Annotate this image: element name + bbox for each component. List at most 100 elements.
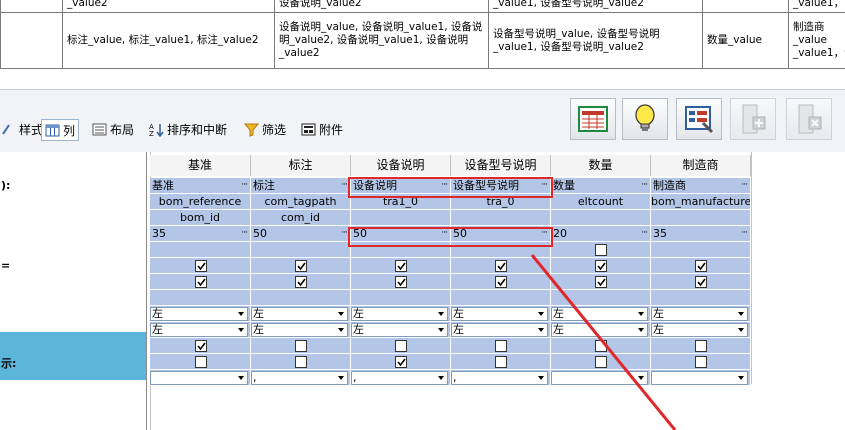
separator-select[interactable]: ,	[351, 371, 448, 385]
delete-column-button[interactable]	[786, 98, 832, 140]
chevron-down-icon[interactable]	[336, 372, 347, 384]
alignment-select[interactable]: 左	[351, 323, 448, 337]
checkbox[interactable]	[695, 340, 707, 352]
checkbox[interactable]	[194, 340, 207, 352]
alignment-value: 左	[152, 323, 163, 336]
column-name-field[interactable]: 标注 ···	[251, 178, 351, 194]
column-header[interactable]: 基准	[150, 155, 251, 176]
tips-button[interactable]	[622, 98, 668, 140]
checkbox[interactable]	[395, 260, 407, 272]
ellipsis-icon[interactable]: ···	[441, 226, 448, 241]
checkbox[interactable]	[495, 356, 507, 368]
column-width-field[interactable]: 50 ···	[251, 226, 351, 242]
checkbox[interactable]	[395, 356, 407, 368]
checkbox[interactable]	[395, 276, 407, 288]
chevron-down-icon[interactable]	[736, 372, 747, 384]
row-label: 示:	[1, 357, 17, 370]
column-width-field[interactable]: 35 ···	[150, 226, 251, 242]
column-header[interactable]: 制造商	[651, 155, 751, 176]
column-name-field[interactable]: 数量 ···	[551, 178, 651, 194]
id-cell[interactable]	[651, 210, 751, 226]
id-cell[interactable]	[351, 210, 451, 226]
column-header[interactable]: 标注	[251, 155, 351, 176]
field-name-cell[interactable]: bom_reference	[150, 194, 251, 210]
column-name-field[interactable]: 设备说明 ···	[351, 178, 451, 194]
field-name-cell[interactable]: bom_manufacturer	[651, 194, 751, 210]
ellipsis-icon[interactable]: ···	[341, 178, 348, 193]
chevron-down-icon[interactable]	[336, 324, 347, 336]
tab-filter[interactable]: 筛选	[241, 119, 289, 139]
checkbox[interactable]	[295, 276, 307, 288]
checkbox[interactable]	[194, 260, 207, 272]
column-name-field[interactable]: 基准 ···	[150, 178, 251, 194]
column-name-field[interactable]: 设备型号说明 ···	[451, 178, 551, 194]
chevron-down-icon[interactable]	[236, 324, 247, 336]
checkbox[interactable]	[695, 356, 707, 368]
tab-columns[interactable]: 列	[41, 119, 80, 141]
ellipsis-icon[interactable]: ···	[441, 178, 448, 193]
alignment-select[interactable]: 左	[351, 307, 448, 321]
tab-sort-break[interactable]: AZ 排序和中断	[146, 119, 230, 139]
style-icon	[1, 122, 16, 137]
alignment-select[interactable]: 左	[251, 323, 348, 337]
column-settings-grid: ): = 示: 基准 基准 ··· bom_reference bom_id 35 ··· 左左…	[0, 152, 845, 430]
table-button[interactable]	[570, 98, 616, 140]
chevron-down-icon[interactable]	[436, 372, 447, 384]
checkbox[interactable]	[295, 340, 307, 352]
checkbox[interactable]	[695, 276, 707, 288]
field-name-cell[interactable]: eltcount	[551, 194, 651, 210]
column-header[interactable]: 设备型号说明	[451, 155, 551, 176]
column-width-field[interactable]: 35 ···	[651, 226, 751, 242]
field-name-cell[interactable]: tra_0	[451, 194, 551, 210]
chevron-down-icon[interactable]	[736, 324, 747, 336]
checkbox[interactable]	[295, 356, 307, 368]
alignment-select[interactable]: 左	[150, 323, 248, 337]
insert-column-button[interactable]	[730, 98, 776, 140]
alignment-value: 左	[353, 323, 364, 336]
ellipsis-icon[interactable]: ···	[241, 178, 248, 193]
checkbox[interactable]	[194, 356, 207, 368]
ellipsis-icon[interactable]: ···	[741, 178, 748, 193]
column-width-field[interactable]: 50 ···	[451, 226, 551, 242]
checkbox[interactable]	[695, 260, 707, 272]
column-header[interactable]: 数量	[551, 155, 651, 176]
ellipsis-icon[interactable]: ···	[641, 226, 648, 241]
checkbox[interactable]	[395, 340, 407, 352]
checkbox[interactable]	[495, 260, 507, 272]
column-header[interactable]: 设备说明	[351, 155, 451, 176]
ellipsis-icon[interactable]: ···	[541, 178, 548, 193]
tab-attachment[interactable]: 附件	[298, 119, 346, 139]
id-cell[interactable]	[451, 210, 551, 226]
column-name-field[interactable]: 制造商 ···	[651, 178, 751, 194]
id-cell[interactable]	[551, 210, 651, 226]
chevron-down-icon[interactable]	[236, 372, 247, 384]
ellipsis-icon[interactable]: ···	[241, 226, 248, 241]
checkbox[interactable]	[295, 260, 307, 272]
checkbox[interactable]	[495, 276, 507, 288]
tab-layout[interactable]: 布局	[89, 119, 137, 139]
column-width-field[interactable]: 20 ···	[551, 226, 651, 242]
separator-select[interactable]: ,	[251, 371, 348, 385]
chevron-down-icon[interactable]	[336, 308, 347, 320]
field-name-cell[interactable]: com_tagpath	[251, 194, 351, 210]
chevron-down-icon[interactable]	[736, 308, 747, 320]
field-name-cell[interactable]: tra1_0	[351, 194, 451, 210]
ellipsis-icon[interactable]: ···	[341, 226, 348, 241]
chevron-down-icon[interactable]	[236, 308, 247, 320]
checkbox[interactable]	[495, 340, 507, 352]
column-name-text: 设备型号说明	[453, 179, 519, 192]
tab-style[interactable]: 样式	[0, 119, 46, 139]
ellipsis-icon[interactable]: ···	[641, 178, 648, 193]
id-cell[interactable]: com_id	[251, 210, 351, 226]
checkbox[interactable]	[194, 276, 207, 288]
ellipsis-icon[interactable]: ···	[541, 226, 548, 241]
ellipsis-icon[interactable]: ···	[741, 226, 748, 241]
chevron-down-icon[interactable]	[436, 308, 447, 320]
id-cell[interactable]: bom_id	[150, 210, 251, 226]
properties-button[interactable]	[676, 98, 722, 140]
separator-select[interactable]	[150, 371, 248, 385]
chevron-down-icon[interactable]	[436, 324, 447, 336]
column-width-field[interactable]: 50 ···	[351, 226, 451, 242]
alignment-select[interactable]: 左	[251, 307, 348, 321]
alignment-select[interactable]: 左	[150, 307, 248, 321]
